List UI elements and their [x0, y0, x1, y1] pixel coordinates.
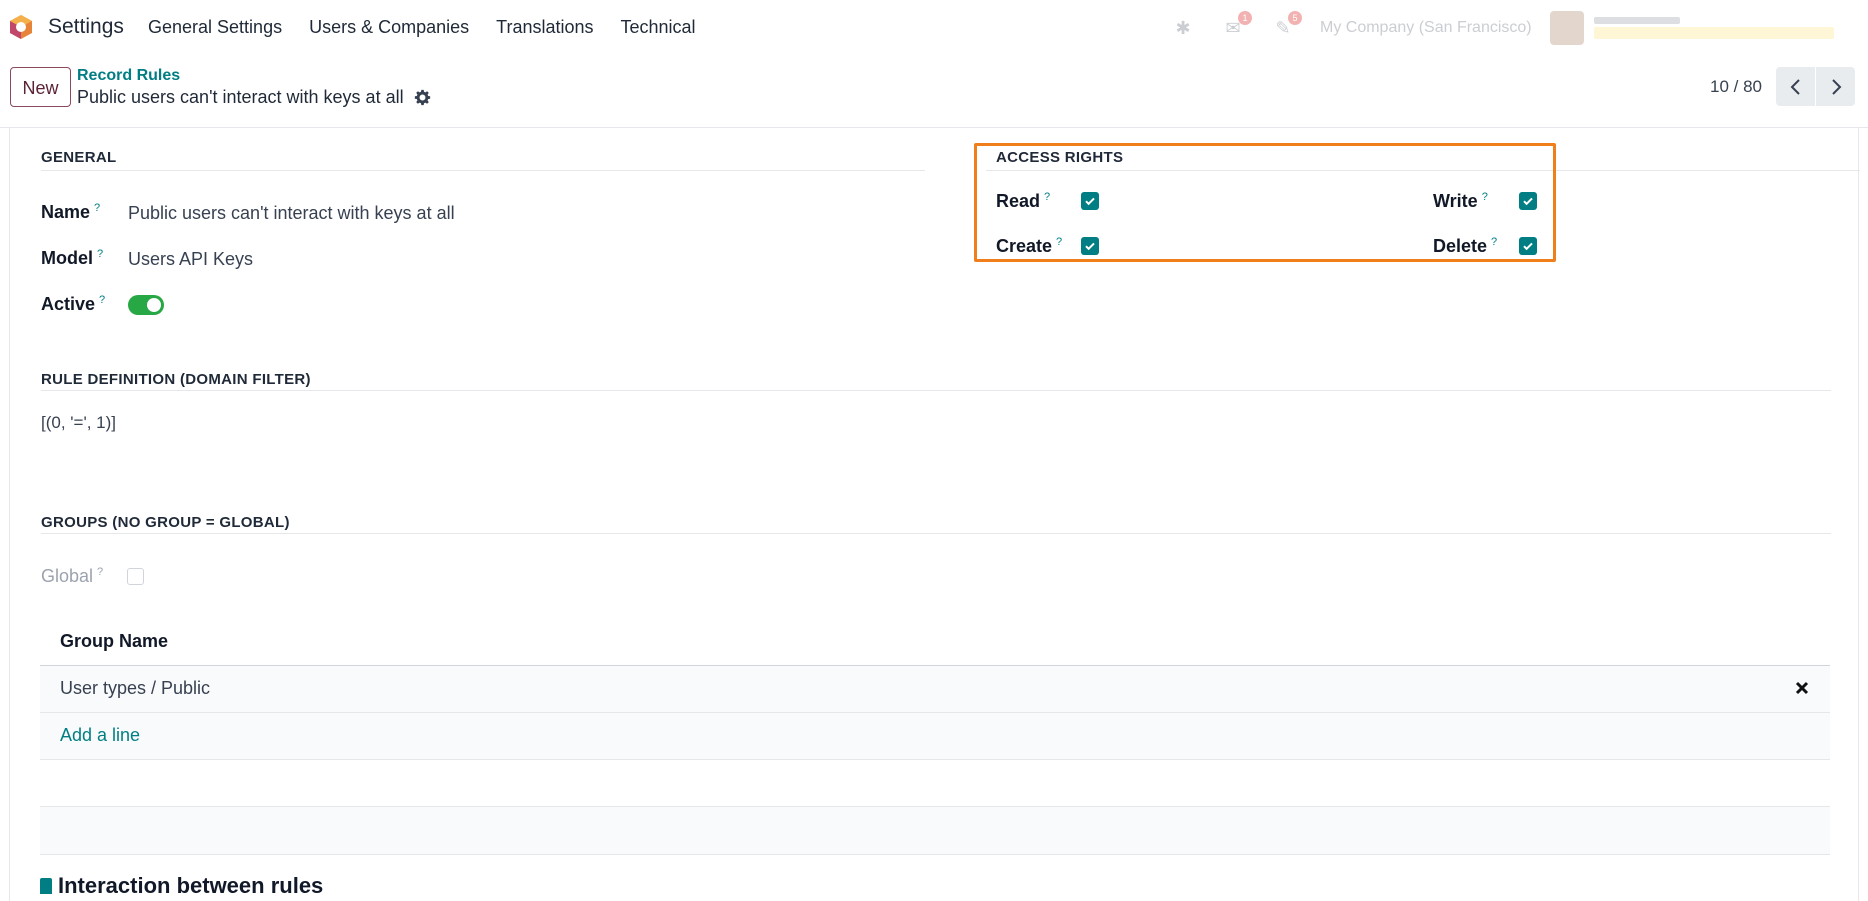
user-menu[interactable] [1593, 17, 1834, 39]
model-field[interactable]: Users API Keys [128, 249, 253, 270]
global-label-text: Global [41, 566, 94, 586]
form-sheet: GENERAL Name? Public users can't interac… [9, 128, 1860, 901]
marker-icon [40, 878, 52, 894]
divider [41, 390, 1831, 391]
notification-badge: 1 [1238, 11, 1252, 25]
breadcrumb-record-rules[interactable]: Record Rules [77, 67, 180, 85]
section-rule-definition-title: RULE DEFINITION (DOMAIN FILTER) [41, 371, 311, 388]
global-checkbox [127, 568, 144, 585]
breadcrumb-current: Public users can't interact with keys at… [77, 87, 431, 108]
groups-table-header: Group Name [40, 618, 1830, 666]
active-toggle[interactable] [128, 295, 164, 315]
control-panel: New Record Rules Public users can't inte… [0, 56, 1868, 128]
model-label-text: Model [41, 248, 93, 268]
pager-value[interactable]: 10 / 80 [1710, 77, 1762, 97]
add-a-line-link[interactable]: Add a line [60, 725, 140, 746]
active-label: Active? [41, 294, 105, 315]
model-label: Model? [41, 248, 103, 269]
interaction-rules-heading: Interaction between rules [40, 873, 323, 899]
top-navbar: Settings General Settings Users & Compan… [0, 0, 1868, 56]
pager-previous-button[interactable] [1776, 67, 1815, 106]
divider [41, 170, 925, 171]
name-field[interactable]: Public users can't interact with keys at… [128, 203, 455, 224]
group-name-cell[interactable]: User types / Public [60, 678, 210, 699]
menu-technical[interactable]: Technical [621, 17, 696, 38]
name-label: Name? [41, 202, 100, 223]
settings-app-icon[interactable] [8, 14, 34, 40]
help-icon[interactable]: ? [94, 202, 100, 214]
menu-users-companies[interactable]: Users & Companies [309, 17, 469, 38]
global-label: Global? [41, 566, 103, 587]
user-db-placeholder [1593, 27, 1834, 39]
app-name[interactable]: Settings [48, 15, 124, 39]
table-row-empty [40, 807, 1830, 855]
name-label-text: Name [41, 202, 91, 222]
help-icon[interactable]: ? [97, 566, 103, 578]
chevron-right-icon [1831, 78, 1841, 95]
section-groups-title: GROUPS (NO GROUP = GLOBAL) [41, 514, 290, 531]
megaphone-icon[interactable]: ✉ 1 [1220, 11, 1252, 39]
record-title: Public users can't interact with keys at… [77, 87, 404, 107]
close-icon [1795, 681, 1809, 695]
chevron-left-icon [1790, 78, 1800, 95]
delete-row-icon[interactable] [1792, 678, 1812, 698]
gear-icon[interactable] [414, 89, 431, 106]
systray: ✱ ✉ 1 ✎ 5 My Company (San Francisco) [1170, 10, 1834, 46]
domain-filter-value[interactable]: [(0, '=', 1)] [41, 413, 116, 433]
company-switcher[interactable]: My Company (San Francisco) [1320, 19, 1532, 37]
menu-general-settings[interactable]: General Settings [148, 17, 282, 38]
help-icon[interactable]: ? [99, 294, 105, 306]
help-icon[interactable]: ? [97, 248, 103, 260]
pager-next-button[interactable] [1816, 67, 1855, 106]
notification-badge: 5 [1288, 11, 1302, 25]
add-line-row: Add a line [40, 713, 1830, 760]
new-button[interactable]: New [10, 67, 71, 107]
bug-icon[interactable]: ✱ [1170, 17, 1196, 39]
main-menu: General Settings Users & Companies Trans… [148, 17, 723, 38]
user-avatar[interactable] [1549, 11, 1584, 45]
column-group-name[interactable]: Group Name [60, 631, 168, 652]
menu-translations[interactable]: Translations [496, 17, 593, 38]
table-row[interactable]: User types / Public [40, 666, 1830, 713]
table-row-empty [40, 760, 1830, 807]
active-label-text: Active [41, 294, 96, 314]
divider [41, 533, 1831, 534]
interaction-rules-title: Interaction between rules [58, 873, 324, 898]
chat-icon[interactable]: ✎ 5 [1270, 11, 1302, 39]
access-rights-highlight [974, 143, 1556, 262]
section-general-title: GENERAL [41, 149, 117, 166]
user-name-placeholder [1593, 17, 1680, 24]
